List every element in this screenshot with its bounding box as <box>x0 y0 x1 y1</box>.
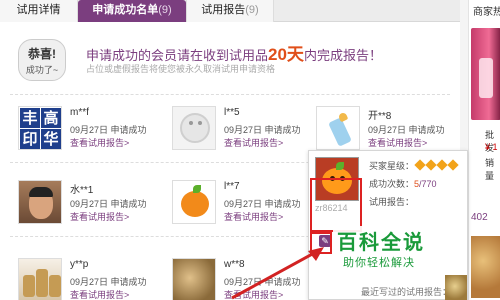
status-text: 申请成功 <box>408 125 445 135</box>
report-row: 试用报告： <box>369 195 414 208</box>
tab-trial-reports[interactable]: 试用报告(9) <box>186 0 274 22</box>
view-report-link[interactable]: 查看试用报告> <box>70 288 129 300</box>
apply-date: 09月27日 <box>224 125 263 135</box>
username[interactable]: y**p <box>70 259 88 270</box>
buyer-star-row: 买家星级： <box>369 159 459 172</box>
arrow-icon <box>231 247 324 300</box>
avatar[interactable] <box>18 180 62 224</box>
view-report-link[interactable]: 查看试用报告> <box>70 210 129 223</box>
tab-success-list[interactable]: 申请成功名单(9) <box>78 0 186 22</box>
watermark: 百科全说 助你轻松解决 <box>333 226 465 274</box>
apply-date: 09月27日 <box>70 277 109 287</box>
diamond-icon <box>414 159 426 171</box>
list-item: 水**1 09月27日 申请成功 查看试用报告> <box>18 180 148 226</box>
success-label: 成功次数： <box>369 179 415 189</box>
watermark-title: 百科全说 <box>337 232 425 254</box>
view-report-link[interactable]: 查看试用报告> <box>224 210 283 223</box>
avatar[interactable]: 丰高 印华 <box>18 106 62 150</box>
product-image[interactable] <box>471 28 500 120</box>
apply-status: 09月27日 申请成功 <box>70 275 147 288</box>
highlight-box <box>310 178 362 232</box>
apply-date: 09月27日 <box>224 199 263 209</box>
tab-bar: 试用详情 申请成功名单(9) 试用报告(9) <box>0 0 460 22</box>
username[interactable]: 开**8 <box>368 107 391 122</box>
view-report-link[interactable]: 查看试用报告> <box>224 136 283 149</box>
congrats-subtitle: 成功了~ <box>25 65 59 75</box>
tab-count: (9) <box>158 4 172 16</box>
apply-status: 09月27日 申请成功 <box>224 123 301 136</box>
report-label: 试用报告： <box>369 197 415 207</box>
status-text: 申请成功 <box>264 125 301 135</box>
apply-status: 09月27日 申请成功 <box>70 197 147 210</box>
sidebar-title: 商家热 <box>473 7 500 18</box>
congrats-title: 恭喜! <box>28 47 56 61</box>
status-text: 申请成功 <box>110 277 147 287</box>
avatar[interactable] <box>172 180 216 224</box>
success-count-row: 成功次数：5/770 <box>369 177 437 190</box>
apply-date: 09月27日 <box>368 125 407 135</box>
tab-label: 试用报告 <box>201 4 246 16</box>
divider <box>10 94 450 95</box>
list-item: 丰高 印华 m**f 09月27日 申请成功 查看试用报告> <box>18 106 148 152</box>
tab-count: (9) <box>245 4 259 16</box>
list-item: l**5 09月27日 申请成功 查看试用报告> <box>172 106 302 152</box>
status-text: 申请成功 <box>110 125 147 135</box>
last-report-label: 最近写过的试用报告： <box>361 287 452 297</box>
username[interactable]: 水**1 <box>70 181 93 196</box>
apply-status: 09月27日 申请成功 <box>224 197 301 210</box>
sidebar-price: ¥ 1 <box>485 142 498 152</box>
avatar[interactable] <box>316 106 360 150</box>
right-sidebar: 商家热 批发 ¥ 1 销量 402 <box>468 0 500 300</box>
list-item: 开**8 09月27日 申请成功 查看试用报告> <box>316 106 446 152</box>
apply-status: 09月27日 申请成功 <box>70 123 147 136</box>
tab-trial-details[interactable]: 试用详情 <box>0 0 78 22</box>
apply-status: 09月27日 申请成功 <box>368 123 445 136</box>
username[interactable]: m**f <box>70 107 89 118</box>
list-item: l**7 09月27日 申请成功 查看试用报告> <box>172 180 302 226</box>
diamond-icon <box>447 159 459 171</box>
username[interactable]: l**5 <box>224 107 240 118</box>
avatar[interactable] <box>172 106 216 150</box>
tab-label: 申请成功名单 <box>92 4 159 16</box>
apply-date: 09月27日 <box>70 199 109 209</box>
notice-prefix: 申请成功的会员请在收到试用品 <box>86 48 269 63</box>
star-label: 买家星级： <box>369 161 415 171</box>
sidebar-number: 402 <box>471 212 488 223</box>
username[interactable]: l**7 <box>224 181 240 192</box>
congrats-badge: 恭喜! 成功了~ <box>18 39 66 81</box>
diamond-icon <box>425 159 437 171</box>
view-report-link[interactable]: 查看试用报告> <box>70 136 129 149</box>
list-item: y**p 09月27日 申请成功 查看试用报告> <box>18 258 148 300</box>
report-thumbnail[interactable] <box>445 275 467 300</box>
sub-notice: 占位或虚假报告将使您被永久取消试用申请资格 <box>86 64 276 74</box>
watermark-subtitle: 助你轻松解决 <box>343 257 415 269</box>
status-text: 申请成功 <box>264 199 301 209</box>
sidebar-sales: 销量 <box>485 158 495 181</box>
status-text: 申请成功 <box>110 199 147 209</box>
avatar[interactable] <box>18 258 62 300</box>
view-report-link[interactable]: 查看试用报告> <box>368 136 427 149</box>
success-total: /770 <box>419 179 437 189</box>
diamond-icon <box>436 159 448 171</box>
notice-suffix: 内完成报告！ <box>303 48 382 63</box>
avatar[interactable] <box>172 258 216 300</box>
tab-label: 试用详情 <box>16 4 61 16</box>
product-image[interactable] <box>471 236 500 298</box>
apply-date: 09月27日 <box>70 125 109 135</box>
